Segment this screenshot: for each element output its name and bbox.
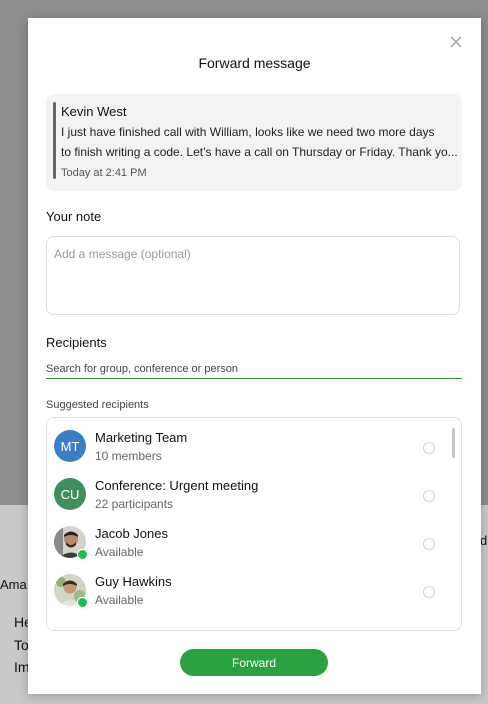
dialog-title: Forward message: [198, 55, 311, 71]
quoted-timestamp: Today at 2:41 PM: [61, 167, 147, 179]
note-input[interactable]: [46, 236, 460, 315]
quote-bar: [53, 102, 56, 179]
note-label: Your note: [46, 209, 102, 224]
list-item-conference[interactable]: CU Conference: Urgent meeting 22 partici…: [47, 472, 461, 518]
quoted-text-line-2: to finish writing a code. Let’s have a c…: [61, 145, 458, 159]
avatar: CU: [54, 478, 86, 510]
select-radio[interactable]: [423, 586, 435, 598]
online-status-icon: [77, 597, 88, 608]
close-icon[interactable]: [449, 35, 463, 49]
quoted-author: Kevin West: [61, 104, 127, 119]
avatar: MT: [54, 430, 86, 462]
recipient-name: Marketing Team: [95, 430, 188, 445]
recipients-label: Recipients: [46, 335, 107, 350]
recipient-name: Jacob Jones: [95, 526, 168, 541]
forward-button[interactable]: Forward: [180, 649, 328, 676]
avatar-initials: MT: [60, 438, 80, 454]
recipient-subtitle: Available: [95, 545, 144, 559]
list-item-guy-hawkins[interactable]: Guy Hawkins Available: [47, 568, 461, 614]
select-radio[interactable]: [423, 442, 435, 454]
recipient-name: Conference: Urgent meeting: [95, 478, 259, 493]
avatar: [54, 526, 88, 560]
avatar-initials: CU: [60, 486, 80, 502]
background-text-fragment-right: d: [480, 533, 488, 548]
avatar: [54, 574, 88, 608]
list-item-jacob-jones[interactable]: Jacob Jones Available: [47, 520, 461, 566]
recipient-search-input[interactable]: [46, 360, 462, 379]
online-status-icon: [77, 549, 88, 560]
select-radio[interactable]: [423, 490, 435, 502]
select-radio[interactable]: [423, 538, 435, 550]
recipient-list[interactable]: MT Marketing Team 10 members CU Conferen…: [46, 417, 462, 631]
suggested-recipients-label: Suggested recipients: [46, 399, 149, 411]
quoted-text-line-1: I just have finished call with William, …: [61, 125, 435, 139]
background-text-fragment: Ama: [0, 577, 27, 592]
recipient-subtitle: 22 participants: [95, 497, 174, 511]
background-line-2: To: [14, 637, 29, 653]
recipient-subtitle: 10 members: [95, 449, 162, 463]
forward-message-dialog: Forward message Kevin West I just have f…: [28, 18, 481, 694]
recipient-subtitle: Available: [95, 593, 144, 607]
list-item-marketing-team[interactable]: MT Marketing Team 10 members: [47, 424, 461, 470]
recipient-name: Guy Hawkins: [95, 574, 172, 589]
quoted-message: Kevin West I just have finished call wit…: [46, 94, 462, 191]
